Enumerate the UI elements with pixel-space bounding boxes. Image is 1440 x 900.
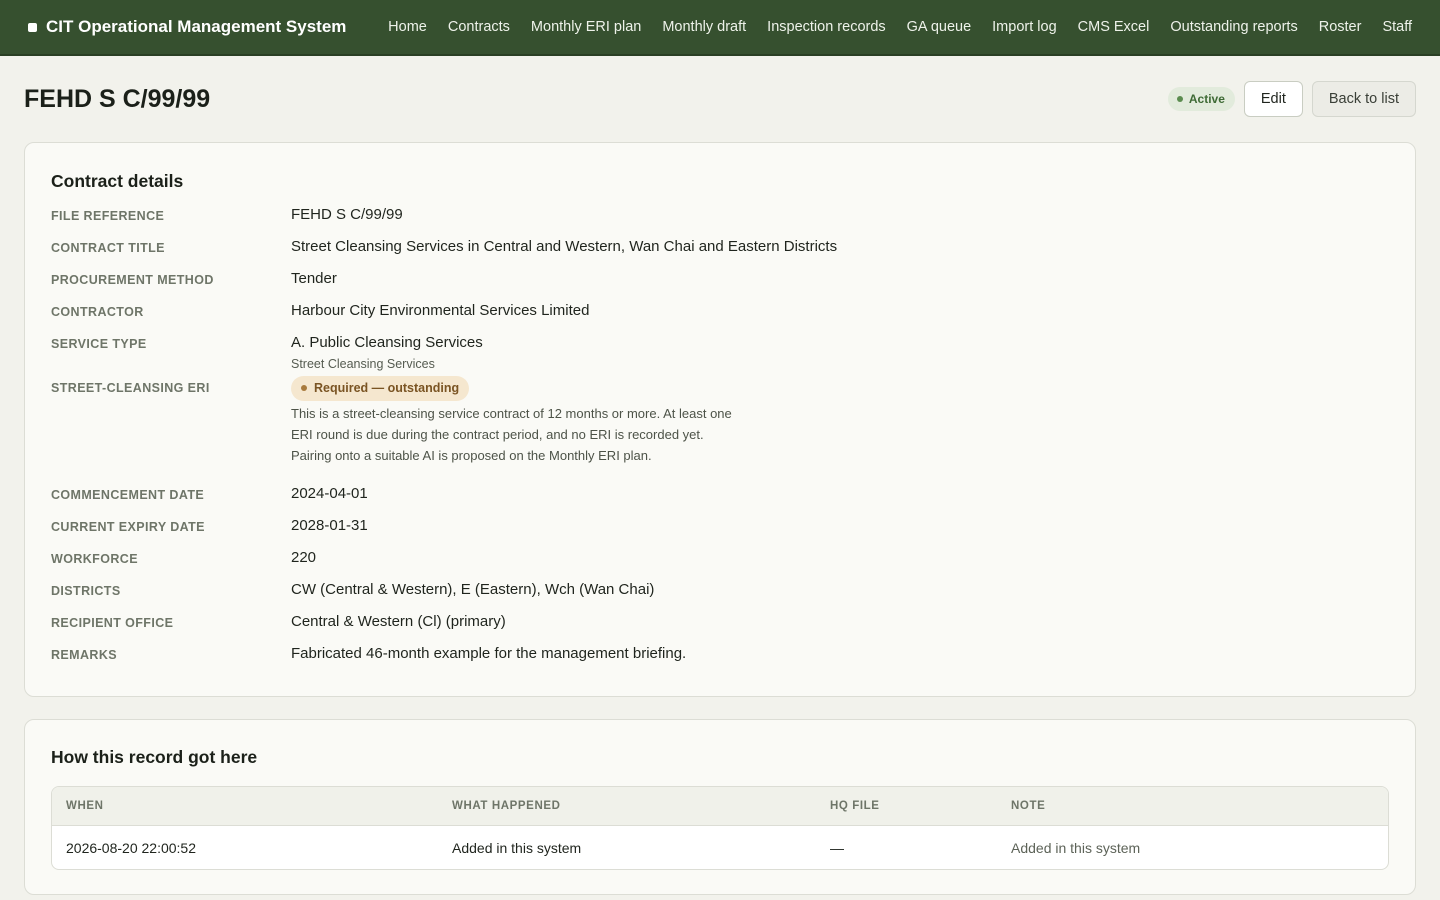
details-list: File reference FEHD S C/99/99 Contract t…: [51, 206, 1389, 677]
detail-value: CW (Central & Western), E (Eastern), Wch…: [291, 581, 655, 598]
detail-row-workforce: Workforce 220: [51, 549, 1389, 581]
page-title: FEHD S C/99/99: [24, 84, 211, 113]
detail-row-file-reference: File reference FEHD S C/99/99: [51, 206, 1389, 238]
brand-square-icon: [28, 22, 37, 32]
detail-row-current-expiry-date: Current expiry date 2028-01-31: [51, 517, 1389, 549]
detail-row-contractor: Contractor Harbour City Environmental Se…: [51, 302, 1389, 334]
app-brand[interactable]: CIT Operational Management System: [28, 17, 346, 37]
status-text: Active: [1188, 92, 1225, 106]
cell-note: Added in this system: [1011, 839, 1141, 856]
record-history-title: How this record got here: [51, 747, 258, 767]
eri-status-dot-icon: [301, 385, 307, 391]
detail-row-recipient-office: Recipient office Central & Western (Cl) …: [51, 613, 1389, 645]
detail-label: Current expiry date: [51, 520, 205, 534]
back-to-list-button[interactable]: Back to list: [1311, 81, 1416, 117]
edit-button[interactable]: Edit: [1243, 81, 1303, 117]
detail-value: Central & Western (Cl) (primary): [291, 613, 506, 630]
detail-label: Street-cleansing ERI: [51, 381, 210, 395]
service-type-value: A. Public Cleansing Services: [291, 334, 483, 351]
history-table-header: When What happened HQ file Note: [52, 787, 1388, 826]
app-title: CIT Operational Management System: [46, 17, 347, 36]
detail-row-procurement-method: Procurement method Tender: [51, 270, 1389, 302]
nav-outstanding-reports[interactable]: Outstanding reports: [1160, 19, 1308, 35]
column-header-when: When: [66, 800, 104, 812]
detail-row-remarks: Remarks Fabricated 46-month example for …: [51, 645, 1389, 677]
column-header-note: Note: [1011, 800, 1046, 812]
nav-home[interactable]: Home: [378, 19, 438, 35]
detail-value: 2024-04-01: [291, 485, 368, 502]
column-header-hq-file: HQ file: [830, 800, 880, 812]
detail-row-districts: Districts CW (Central & Western), E (Eas…: [51, 581, 1389, 613]
detail-value: Fabricated 46-month example for the mana…: [291, 645, 687, 662]
contract-details-title: Contract details: [51, 171, 184, 191]
service-type-subtype: Street Cleansing Services: [291, 357, 435, 371]
detail-label: Procurement method: [51, 273, 214, 287]
top-navigation-bar: CIT Operational Management System Home C…: [0, 0, 1440, 56]
nav-inspection-records[interactable]: Inspection records: [757, 19, 896, 35]
detail-label: Contract title: [51, 241, 165, 255]
cell-when: 2026-08-20 22:00:52: [66, 839, 196, 856]
detail-label: Remarks: [51, 648, 117, 662]
detail-label: Contractor: [51, 305, 144, 319]
detail-row-commencement-date: Commencement date 2024-04-01: [51, 485, 1389, 517]
detail-value: Required — outstanding This is a street-…: [291, 375, 741, 485]
detail-value: Street Cleansing Services in Central and…: [291, 238, 838, 255]
history-table: When What happened HQ file Note 2026-08-…: [51, 786, 1389, 870]
eri-status-badge: Required — outstanding: [291, 375, 470, 401]
nav-cms-excel[interactable]: CMS Excel: [1067, 19, 1160, 35]
detail-value: A. Public Cleansing Services Street Clea…: [291, 334, 483, 378]
detail-value: 220: [291, 549, 317, 566]
status-dot-icon: [1176, 96, 1183, 102]
detail-value: FEHD S C/99/99: [291, 206, 403, 223]
nav-import-log[interactable]: Import log: [982, 19, 1067, 35]
detail-row-street-cleansing-eri: Street-cleansing ERI Required — outstand…: [51, 375, 1389, 485]
eri-note: This is a street-cleansing service contr…: [291, 405, 732, 463]
detail-value: Tender: [291, 270, 337, 287]
header-actions: Active Edit Back to list: [1167, 81, 1416, 117]
cell-hq-file: —: [830, 839, 844, 856]
page-header: FEHD S C/99/99 Active Edit Back to list: [0, 56, 1440, 142]
detail-label: Workforce: [51, 552, 138, 566]
eri-status-text: Required — outstanding: [314, 381, 460, 395]
detail-label: File reference: [51, 209, 165, 223]
contract-details-card: Contract details File reference FEHD S C…: [24, 142, 1416, 697]
nav-contracts[interactable]: Contracts: [437, 19, 520, 35]
detail-value: 2028-01-31: [291, 517, 368, 534]
detail-row-service-type: Service type A. Public Cleansing Service…: [51, 334, 1389, 378]
nav-monthly-draft[interactable]: Monthly draft: [652, 19, 757, 35]
detail-label: Service type: [51, 337, 147, 351]
detail-value: Harbour City Environmental Services Limi…: [291, 302, 590, 319]
table-row: 2026-08-20 22:00:52 Added in this system…: [52, 826, 1388, 869]
nav-ga-queue[interactable]: GA queue: [896, 19, 982, 35]
detail-row-contract-title: Contract title Street Cleansing Services…: [51, 238, 1389, 270]
status-badge: Active: [1167, 87, 1235, 111]
column-header-what-happened: What happened: [452, 800, 561, 812]
nav-roster[interactable]: Roster: [1308, 19, 1372, 35]
detail-label: Recipient office: [51, 616, 174, 630]
nav-monthly-eri-plan[interactable]: Monthly ERI plan: [520, 19, 651, 35]
nav-staff[interactable]: Staff: [1372, 19, 1416, 35]
main-nav: Home Contracts Monthly ERI plan Monthly …: [378, 19, 1416, 35]
detail-label: Districts: [51, 584, 121, 598]
cell-what-happened: Added in this system: [452, 839, 582, 856]
detail-label: Commencement date: [51, 488, 205, 502]
record-history-card: How this record got here When What happe…: [24, 719, 1416, 895]
